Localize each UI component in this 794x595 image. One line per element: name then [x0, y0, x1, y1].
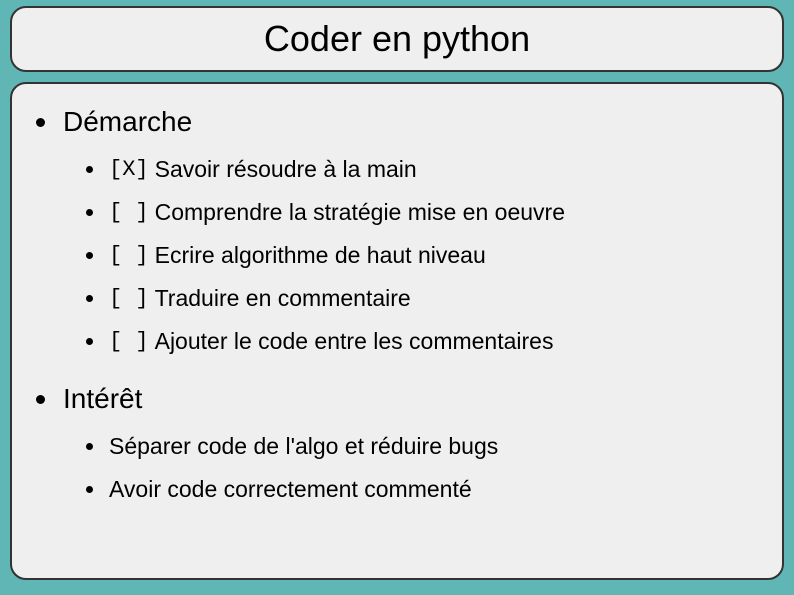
bullet-icon — [36, 395, 45, 404]
section-heading-row: Intérêt — [36, 383, 758, 415]
list-item: Séparer code de l'algo et réduire bugs — [86, 433, 758, 460]
bullet-icon — [86, 295, 93, 302]
content-panel: Démarche [X] Savoir résoudre à la main [… — [10, 82, 784, 580]
list-item: [ ] Ajouter le code entre les commentair… — [86, 328, 758, 355]
bullet-icon — [86, 443, 93, 450]
checkbox-marker: [ ] — [109, 286, 149, 311]
list-item-text: Avoir code correctement commenté — [109, 476, 472, 503]
list-item-text: Traduire en commentaire — [155, 285, 411, 312]
plain-list: Séparer code de l'algo et réduire bugs A… — [86, 433, 758, 503]
list-item: [ ] Ecrire algorithme de haut niveau — [86, 242, 758, 269]
list-item: Avoir code correctement commenté — [86, 476, 758, 503]
section-heading: Démarche — [63, 106, 192, 138]
bullet-icon — [86, 486, 93, 493]
checkbox-marker: [ ] — [109, 329, 149, 354]
list-item: [ ] Traduire en commentaire — [86, 285, 758, 312]
list-item-text: Ajouter le code entre les commentaires — [155, 328, 554, 355]
bullet-icon — [86, 209, 93, 216]
bullet-icon — [86, 166, 93, 173]
list-item-text: Séparer code de l'algo et réduire bugs — [109, 433, 498, 460]
slide-title: Coder en python — [264, 18, 530, 60]
bullet-icon — [36, 118, 45, 127]
title-panel: Coder en python — [10, 6, 784, 72]
bullet-icon — [86, 252, 93, 259]
section-heading: Intérêt — [63, 383, 142, 415]
checklist: [X] Savoir résoudre à la main [ ] Compre… — [86, 156, 758, 355]
list-item: [X] Savoir résoudre à la main — [86, 156, 758, 183]
section-heading-row: Démarche — [36, 106, 758, 138]
list-item-text: Comprendre la stratégie mise en oeuvre — [155, 199, 565, 226]
list-item-text: Ecrire algorithme de haut niveau — [155, 242, 486, 269]
checkbox-marker: [X] — [109, 157, 149, 182]
list-item: [ ] Comprendre la stratégie mise en oeuv… — [86, 199, 758, 226]
list-item-text: Savoir résoudre à la main — [155, 156, 417, 183]
checkbox-marker: [ ] — [109, 243, 149, 268]
bullet-icon — [86, 338, 93, 345]
checkbox-marker: [ ] — [109, 200, 149, 225]
